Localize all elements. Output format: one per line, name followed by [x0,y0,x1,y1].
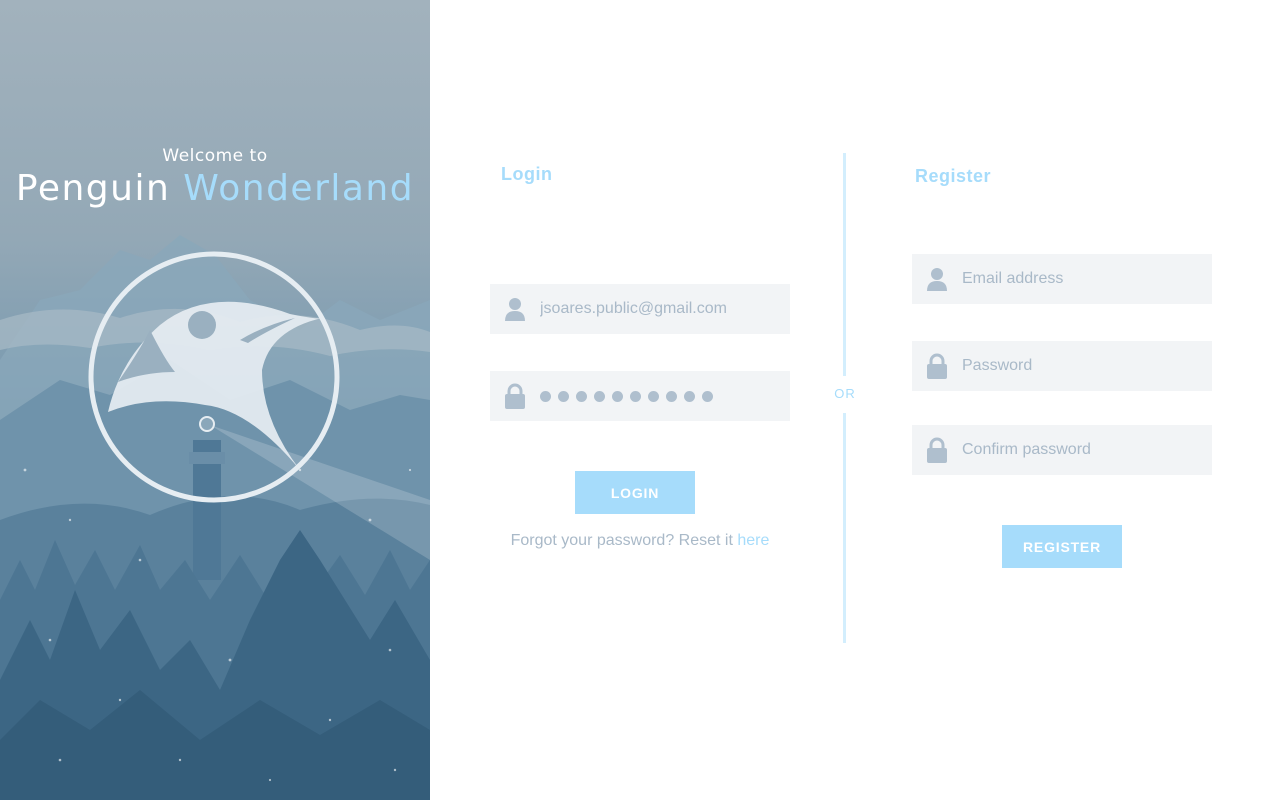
divider-line-top [843,153,846,376]
landscape-illustration [0,235,430,800]
user-icon [490,284,540,334]
brand-title: Penguin Wonderland [0,168,430,209]
password-dot [576,390,587,402]
register-title: Register [915,166,992,186]
divider-line-bottom [843,413,846,643]
register-password-field[interactable] [912,341,1212,391]
lock-icon [912,425,962,475]
lock-icon [490,371,540,421]
register-password-input[interactable] [962,341,1202,391]
password-dot [684,390,695,402]
password-mask[interactable] [540,390,713,402]
password-dot [702,390,713,402]
login-email-field[interactable] [490,284,790,334]
login-password-field[interactable] [490,371,790,421]
login-title: Login [501,164,553,184]
password-dot [558,390,569,402]
register-confirm-input[interactable] [962,425,1202,475]
password-dot [612,390,623,402]
register-email-field[interactable] [912,254,1212,304]
welcome-text: Welcome to [162,146,268,166]
or-label: OR [834,386,856,401]
user-icon [912,254,962,304]
brand-title-part2: Wonderland [183,168,415,209]
reset-password-link[interactable]: here [737,532,769,549]
forgot-password-text: Forgot your password? Reset it here [490,532,790,550]
lock-icon [912,341,962,391]
password-dot [594,390,605,402]
register-email-input[interactable] [962,254,1202,304]
password-dot [666,390,677,402]
brand-title-part1: Penguin [15,168,171,209]
password-dot [540,390,551,402]
register-confirm-field[interactable] [912,425,1212,475]
login-button[interactable]: LOGIN [575,471,695,514]
forgot-password-label: Forgot your password? Reset it [510,532,738,549]
register-button[interactable]: REGISTER [1002,525,1122,568]
password-dot [648,390,659,402]
login-email-input[interactable] [540,284,780,334]
hero-panel: Welcome to Penguin Wonderland [0,0,430,800]
password-dot [630,390,641,402]
